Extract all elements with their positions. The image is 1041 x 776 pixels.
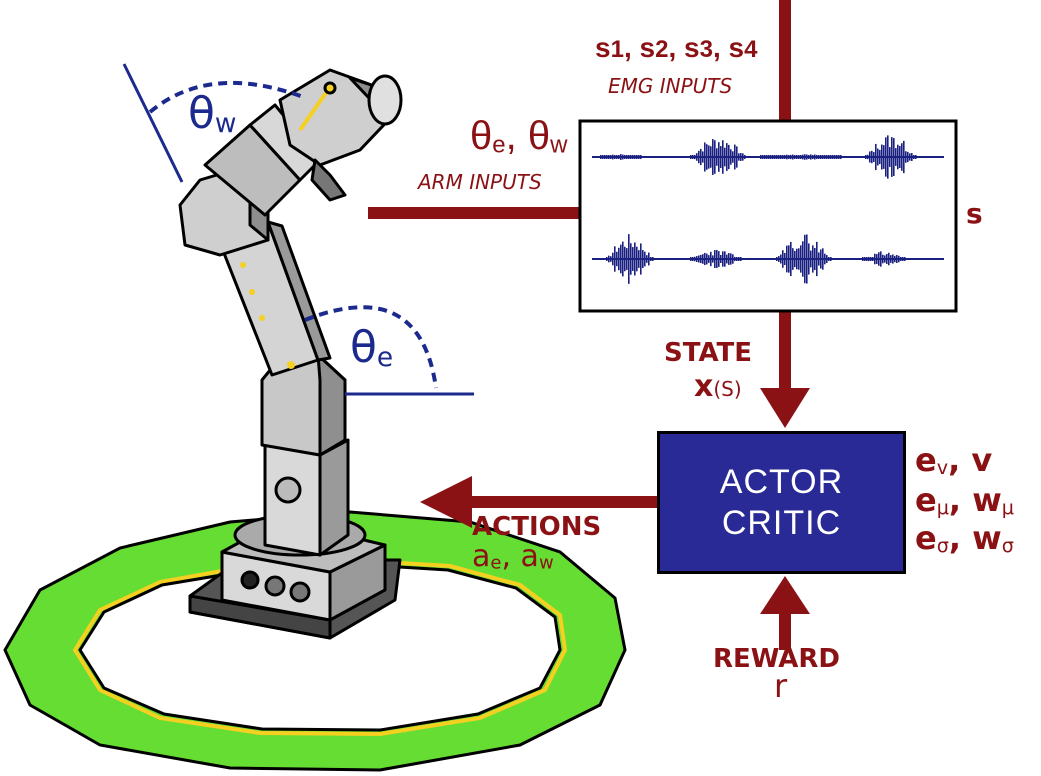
state-arrow-head [760,388,810,428]
arm-input-line [368,207,580,219]
param-row-sigma: eσ, wσ [915,519,1014,557]
actions-label: ACTIONS [472,512,602,542]
state-arrow-shaft [779,312,791,390]
reward-symbol: r [774,667,788,705]
state-vector-label: x(S) [694,369,742,404]
critic-label: CRITIC [721,503,842,542]
arm-angle-names: θe, θw [470,114,568,159]
actor-critic-box: ACTOR CRITIC [657,431,906,574]
signal-label: s [966,197,983,230]
state-label: STATE [664,338,753,368]
emg-signal-panel [578,119,958,313]
emg-inputs-label: EMG INPUTS [608,74,733,98]
reward-arrow-head [760,576,810,614]
emg-input-line [779,0,791,121]
actor-label: ACTOR [719,462,844,501]
actions-arrow-shaft [470,496,657,508]
wrist-angle-label: θw [188,88,237,139]
param-row-mean: eμ, wμ [915,481,1014,519]
actions-symbols: ae, aw [472,539,554,574]
emg-signal-names: s1, s2, s3, s4 [595,32,758,63]
arm-inputs-label: ARM INPUTS [418,170,542,194]
param-row-value: ev, v [915,441,993,479]
elbow-angle-label: θe [350,322,394,373]
